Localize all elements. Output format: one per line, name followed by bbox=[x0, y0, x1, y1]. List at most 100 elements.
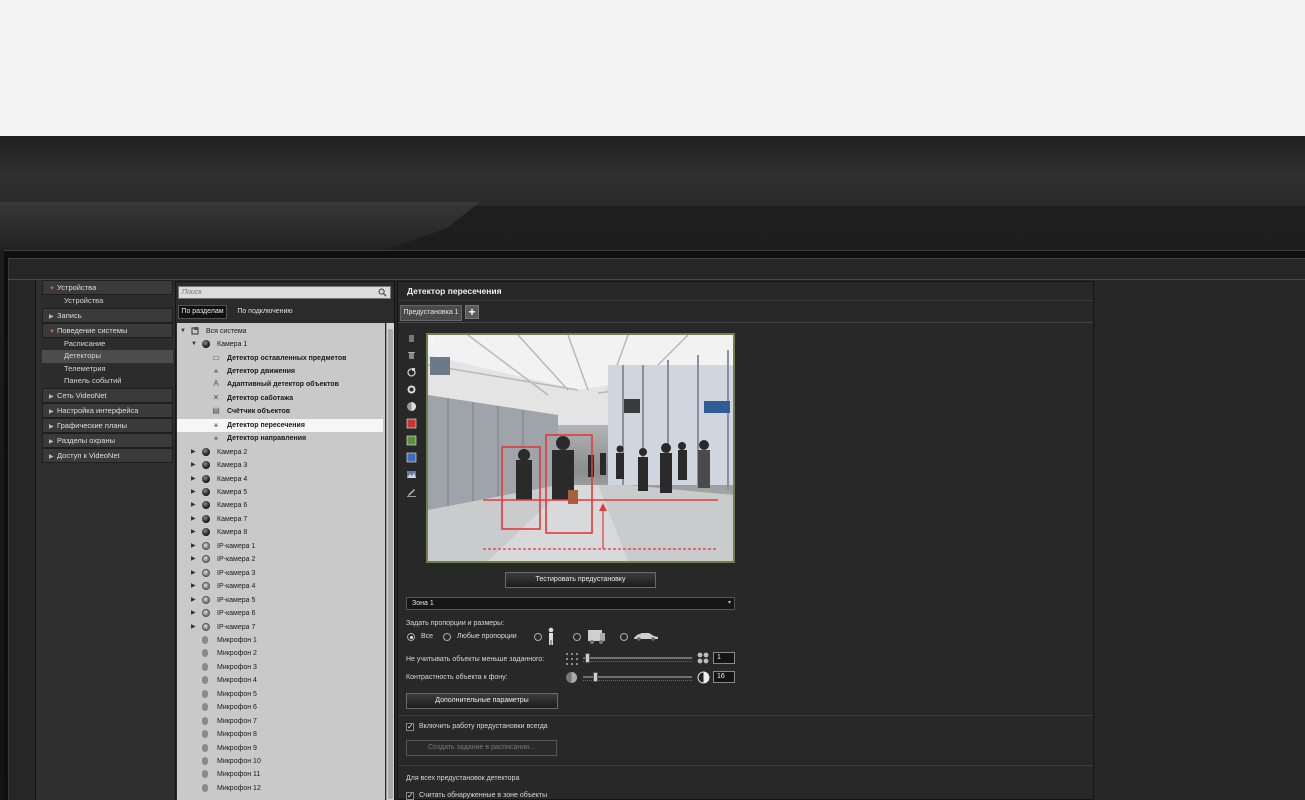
search-icon[interactable] bbox=[378, 288, 387, 297]
nav-security[interactable]: ▶ Разделы охраны bbox=[42, 432, 173, 448]
collapsed-arrow-icon[interactable]: ▶ bbox=[191, 567, 197, 580]
contrast-value[interactable]: 16 bbox=[713, 671, 735, 683]
tree-ip-camera-item[interactable]: ▶ IP-камера 1 bbox=[177, 540, 383, 553]
advanced-params-button[interactable]: Дополнительные параметры bbox=[406, 693, 558, 709]
circle-tool-icon[interactable] bbox=[406, 384, 417, 395]
tree-microphone-item[interactable]: Микрофон 1 bbox=[177, 634, 383, 647]
tree-microphone-item[interactable]: Микрофон 12 bbox=[177, 782, 383, 795]
tree-camera-item[interactable]: ▶ Камера 6 bbox=[177, 499, 383, 512]
radio-car[interactable] bbox=[620, 633, 628, 641]
select-tool-icon[interactable] bbox=[406, 333, 417, 344]
tab-by-sections[interactable]: По разделам bbox=[178, 305, 227, 319]
collapsed-arrow-icon[interactable]: ▶ bbox=[191, 526, 197, 539]
contrast-slider[interactable] bbox=[583, 671, 692, 683]
collapsed-arrow-icon[interactable]: ▶ bbox=[191, 553, 197, 566]
tree-detector-item[interactable]: ⚹ Детектор движения bbox=[177, 365, 383, 378]
tree-microphone-item[interactable]: Микрофон 2 bbox=[177, 647, 383, 660]
tree-microphone-item[interactable]: Микрофон 11 bbox=[177, 768, 383, 781]
tree-camera-1[interactable]: ▼ Камера 1 bbox=[177, 338, 383, 351]
min-size-slider[interactable] bbox=[583, 652, 692, 664]
slider-knob[interactable] bbox=[593, 672, 599, 682]
tree-microphone-item[interactable]: Микрофон 7 bbox=[177, 715, 383, 728]
tree-detector-item[interactable]: A Адаптивный детектор объектов bbox=[177, 378, 383, 391]
tree-microphone-item[interactable]: Микрофон 3 bbox=[177, 661, 383, 674]
search-input[interactable] bbox=[179, 287, 369, 298]
tree-camera-item[interactable]: ▶ Камера 4 bbox=[177, 473, 383, 486]
tree-microphone-item[interactable]: Микрофон 4 bbox=[177, 674, 383, 687]
camera-preview[interactable] bbox=[426, 333, 735, 563]
tree-scrollbar[interactable] bbox=[386, 323, 394, 800]
tab-preset-1[interactable]: Предустановка 1 bbox=[400, 305, 462, 321]
pencil-tool-icon[interactable] bbox=[406, 486, 417, 497]
nav-interface[interactable]: ▶ Настройка интерфейса bbox=[42, 402, 173, 418]
tree-ip-camera-item[interactable]: ▶ IP-камера 5 bbox=[177, 594, 383, 607]
slider-knob[interactable] bbox=[585, 653, 591, 663]
min-size-value[interactable]: 1 bbox=[713, 652, 735, 664]
collapsed-arrow-icon[interactable]: ▶ bbox=[191, 486, 197, 499]
tree-ip-camera-item[interactable]: ▶ IP-камера 6 bbox=[177, 607, 383, 620]
create-schedule-button[interactable]: Создать задание в расписании... bbox=[406, 740, 557, 756]
ip-camera-icon bbox=[202, 595, 210, 604]
nav-item-events-panel[interactable]: Панель событий bbox=[42, 375, 173, 388]
small-dots-icon bbox=[566, 653, 578, 665]
tree-microphone-item[interactable]: Микрофон 8 bbox=[177, 728, 383, 741]
red-zone-icon[interactable] bbox=[406, 418, 417, 429]
collapsed-arrow-icon[interactable]: ▶ bbox=[191, 473, 197, 486]
always-on-checkbox[interactable]: ✓ bbox=[406, 723, 414, 731]
tree-microphone-item[interactable]: Микрофон 9 bbox=[177, 742, 383, 755]
scrollbar-thumb[interactable] bbox=[388, 329, 393, 799]
tree-detector-item[interactable]: ⚹ Детектор пересечения bbox=[177, 418, 383, 432]
collapsed-arrow-icon[interactable]: ▶ bbox=[191, 540, 197, 553]
radio-truck[interactable] bbox=[573, 633, 581, 641]
collapsed-arrow-icon[interactable]: ▶ bbox=[191, 459, 197, 472]
tree-root[interactable]: ▼ Вся система bbox=[177, 325, 383, 338]
nav-access[interactable]: ▶ Доступ к VideoNet bbox=[42, 447, 173, 463]
nav-item-devices[interactable]: Устройства bbox=[42, 295, 173, 308]
image-tool-icon[interactable] bbox=[406, 469, 417, 480]
nav-item-telemetry[interactable]: Телеметрия bbox=[42, 362, 173, 375]
tree-camera-item[interactable]: ▶ Камера 8 bbox=[177, 526, 383, 539]
tree-camera-item[interactable]: ▶ Камера 5 bbox=[177, 486, 383, 499]
rotate-tool-icon[interactable] bbox=[406, 367, 417, 378]
tree-microphone-item[interactable]: Микрофон 5 bbox=[177, 688, 383, 701]
collapsed-arrow-icon[interactable]: ▶ bbox=[191, 446, 197, 459]
tree-ip-camera-item[interactable]: ▶ IP-камера 3 bbox=[177, 567, 383, 580]
collapsed-arrow-icon[interactable]: ▶ bbox=[191, 607, 197, 620]
nav-record[interactable]: ▶ Запись bbox=[42, 307, 173, 323]
nav-item-schedule[interactable]: Расписание bbox=[42, 337, 173, 350]
nav-videonet[interactable]: ▶ Сеть VideoNet bbox=[42, 387, 173, 403]
nav-behavior[interactable]: ▼ Поведение системы bbox=[42, 322, 173, 338]
radio-all[interactable] bbox=[407, 633, 415, 641]
tree-detector-item[interactable]: ⚹ Детектор направления bbox=[177, 432, 383, 445]
tree-microphone-item[interactable]: Микрофон 6 bbox=[177, 701, 383, 714]
tree-ip-camera-item[interactable]: ▶ IP-камера 2 bbox=[177, 553, 383, 566]
collapsed-arrow-icon[interactable]: ▶ bbox=[191, 513, 197, 526]
tree-detector-item[interactable]: ✕ Детектор саботажа bbox=[177, 392, 383, 405]
collapsed-arrow-icon[interactable]: ▶ bbox=[191, 621, 197, 634]
nav-plans[interactable]: ▶ Графические планы bbox=[42, 417, 173, 433]
blue-zone-icon[interactable] bbox=[406, 452, 417, 463]
mask-tool-icon[interactable] bbox=[406, 401, 417, 412]
radio-person[interactable] bbox=[534, 633, 542, 641]
green-zone-icon[interactable] bbox=[406, 435, 417, 446]
tree-microphone-item[interactable]: Микрофон 10 bbox=[177, 755, 383, 768]
add-preset-button[interactable]: + bbox=[465, 305, 479, 319]
collapsed-arrow-icon[interactable]: ▶ bbox=[191, 580, 197, 593]
count-in-zone-checkbox[interactable]: ✓ bbox=[406, 792, 414, 800]
tree-camera-item[interactable]: ▶ Камера 3 bbox=[177, 459, 383, 472]
tree-ip-camera-item[interactable]: ▶ IP-камера 4 bbox=[177, 580, 383, 593]
radio-any-proportions[interactable] bbox=[443, 633, 451, 641]
tree-camera-item[interactable]: ▶ Камера 2 bbox=[177, 446, 383, 459]
tree-ip-camera-item[interactable]: ▶ IP-камера 7 bbox=[177, 621, 383, 634]
tree-detector-item[interactable]: ▤ Счётчик объектов bbox=[177, 405, 383, 418]
nav-item-detectors[interactable]: Детекторы bbox=[42, 350, 173, 363]
zone-select[interactable]: Зона 1 ▾ bbox=[406, 597, 735, 610]
tab-by-connection[interactable]: По подключению bbox=[230, 305, 300, 319]
collapsed-arrow-icon[interactable]: ▶ bbox=[191, 499, 197, 512]
collapsed-arrow-icon[interactable]: ▶ bbox=[191, 594, 197, 607]
tree-camera-item[interactable]: ▶ Камера 7 bbox=[177, 513, 383, 526]
nav-devices[interactable]: ▼ Устройства bbox=[42, 280, 173, 295]
test-preset-button[interactable]: Тестировать предустановку bbox=[505, 572, 656, 588]
tree-detector-item[interactable]: ▭ Детектор оставленных предметов bbox=[177, 352, 383, 365]
delete-tool-icon[interactable] bbox=[406, 350, 417, 361]
